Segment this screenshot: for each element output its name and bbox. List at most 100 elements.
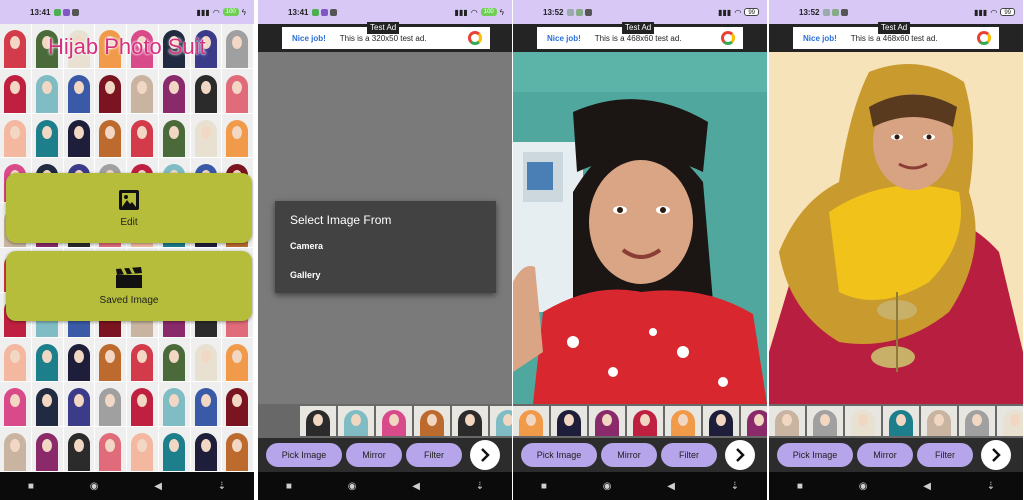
filter-button[interactable]: Filter	[661, 443, 717, 467]
hijab-thumbnail-strip[interactable]	[258, 404, 512, 438]
hijab-thumbnail[interactable]	[300, 406, 336, 436]
hijab-thumbnail[interactable]	[338, 406, 374, 436]
back-nav-icon[interactable]: ◀	[923, 481, 931, 492]
system-nav-bar: ■ ◉ ◀ ⇣	[0, 472, 254, 500]
ad-choices-icon[interactable]	[468, 31, 482, 45]
hijab-swatch	[63, 382, 96, 428]
notification-icon	[330, 8, 338, 16]
camera-option[interactable]: Camera	[290, 241, 481, 251]
signal-icon: ▮▮▮	[196, 7, 210, 17]
hijab-overlay-photo	[769, 52, 1023, 404]
mirror-button[interactable]: Mirror	[601, 443, 657, 467]
clapperboard-icon	[116, 266, 142, 288]
hijab-thumbnail[interactable]	[665, 406, 701, 436]
recents-nav-icon[interactable]: ■	[541, 481, 547, 492]
hijab-thumbnail[interactable]	[452, 406, 488, 436]
hijab-swatch	[190, 337, 223, 383]
hijab-thumbnail[interactable]	[414, 406, 450, 436]
hijab-swatch	[158, 337, 191, 383]
notification-icon	[72, 8, 80, 16]
hijab-thumbnail[interactable]	[959, 406, 995, 436]
notification-icon	[585, 8, 593, 16]
hijab-thumbnail[interactable]	[376, 406, 412, 436]
notification-icon	[832, 8, 840, 16]
hijab-swatch	[0, 113, 32, 159]
hijab-swatch	[95, 113, 127, 159]
gallery-option[interactable]: Gallery	[290, 270, 481, 280]
image-icon	[119, 189, 139, 210]
ad-message: This is a 468x60 test ad.	[850, 33, 938, 43]
pick-image-button[interactable]: Pick Image	[266, 443, 342, 467]
hijab-thumbnail[interactable]	[490, 406, 512, 436]
keyboard-down-icon[interactable]: ⇣	[218, 481, 226, 492]
back-nav-icon[interactable]: ◀	[412, 481, 420, 492]
hijab-thumbnail[interactable]	[627, 406, 663, 436]
keyboard-down-icon[interactable]: ⇣	[731, 481, 739, 492]
chevron-right-icon	[992, 448, 1001, 462]
edit-button[interactable]: Edit	[6, 173, 252, 243]
hijab-thumbnail[interactable]	[807, 406, 843, 436]
wifi-icon: ◠	[212, 7, 220, 17]
keyboard-down-icon[interactable]: ⇣	[987, 481, 995, 492]
battery-icon: 99	[1000, 8, 1015, 16]
ad-choices-icon[interactable]	[721, 31, 735, 45]
system-nav-bar: ■ ◉ ◀ ⇣	[258, 472, 512, 500]
hijab-swatch	[158, 113, 191, 159]
bottom-controls: Pick Image Mirror Filter	[258, 438, 512, 472]
charging-icon: ϟ	[499, 7, 504, 17]
status-bar: 13:52 ▮▮▮ ◠ 99	[513, 0, 767, 24]
saved-image-button-label: Saved Image	[99, 294, 159, 306]
hijab-result-photo[interactable]	[769, 52, 1023, 404]
recents-nav-icon[interactable]: ■	[286, 481, 292, 492]
home-nav-icon[interactable]: ◉	[90, 481, 99, 492]
ad-choices-icon[interactable]	[977, 31, 991, 45]
selected-photo[interactable]	[513, 52, 767, 404]
hijab-swatch	[63, 113, 96, 159]
ad-nice-text: Nice job!	[292, 33, 326, 43]
screen-photo-picked: 13:52 ▮▮▮ ◠ 99 Nice job! This is a 468x6…	[513, 0, 767, 500]
hijab-thumbnail[interactable]	[589, 406, 625, 436]
recents-nav-icon[interactable]: ■	[28, 481, 34, 492]
status-time: 13:41	[30, 7, 51, 17]
hijab-thumbnail-strip[interactable]	[769, 404, 1023, 438]
home-nav-icon[interactable]: ◉	[859, 481, 868, 492]
back-nav-icon[interactable]: ◀	[667, 481, 675, 492]
hijab-thumbnail[interactable]	[551, 406, 587, 436]
home-nav-icon[interactable]: ◉	[603, 481, 612, 492]
saved-image-button[interactable]: Saved Image	[6, 251, 252, 321]
ad-nice-text: Nice job!	[803, 33, 837, 43]
hijab-swatch	[0, 337, 32, 383]
hijab-swatch	[31, 427, 64, 472]
hijab-swatch	[95, 427, 127, 472]
hijab-thumbnail[interactable]	[845, 406, 881, 436]
hijab-thumbnail[interactable]	[703, 406, 739, 436]
mirror-button[interactable]: Mirror	[346, 443, 402, 467]
status-bar: 13:41 ▮▮▮ ◠ 100 ϟ	[0, 0, 254, 24]
hijab-thumbnail[interactable]	[921, 406, 957, 436]
next-button[interactable]	[981, 440, 1011, 470]
back-nav-icon[interactable]: ◀	[154, 481, 162, 492]
hijab-thumbnail[interactable]	[741, 406, 767, 436]
hijab-swatch	[158, 427, 191, 472]
hijab-thumbnail[interactable]	[997, 406, 1023, 436]
hijab-swatch	[0, 24, 32, 69]
hijab-thumbnail-strip[interactable]	[513, 404, 767, 438]
status-bar: 13:52 ▮▮▮ ◠ 99	[769, 0, 1023, 24]
filter-button[interactable]: Filter	[406, 443, 462, 467]
filter-button[interactable]: Filter	[917, 443, 973, 467]
app-title: Hijab Photo Suit	[48, 34, 206, 59]
home-nav-icon[interactable]: ◉	[348, 481, 357, 492]
keyboard-down-icon[interactable]: ⇣	[476, 481, 484, 492]
hijab-thumbnail[interactable]	[883, 406, 919, 436]
hijab-thumbnail[interactable]	[769, 406, 805, 436]
notification-icon	[312, 8, 320, 16]
recents-nav-icon[interactable]: ■	[797, 481, 803, 492]
pick-image-button[interactable]: Pick Image	[777, 443, 853, 467]
hijab-swatch	[190, 427, 223, 472]
pick-image-button[interactable]: Pick Image	[521, 443, 597, 467]
mirror-button[interactable]: Mirror	[857, 443, 913, 467]
next-button[interactable]	[725, 440, 755, 470]
hijab-thumbnail[interactable]	[513, 406, 549, 436]
hijab-swatch	[0, 427, 32, 472]
next-button[interactable]	[470, 440, 500, 470]
